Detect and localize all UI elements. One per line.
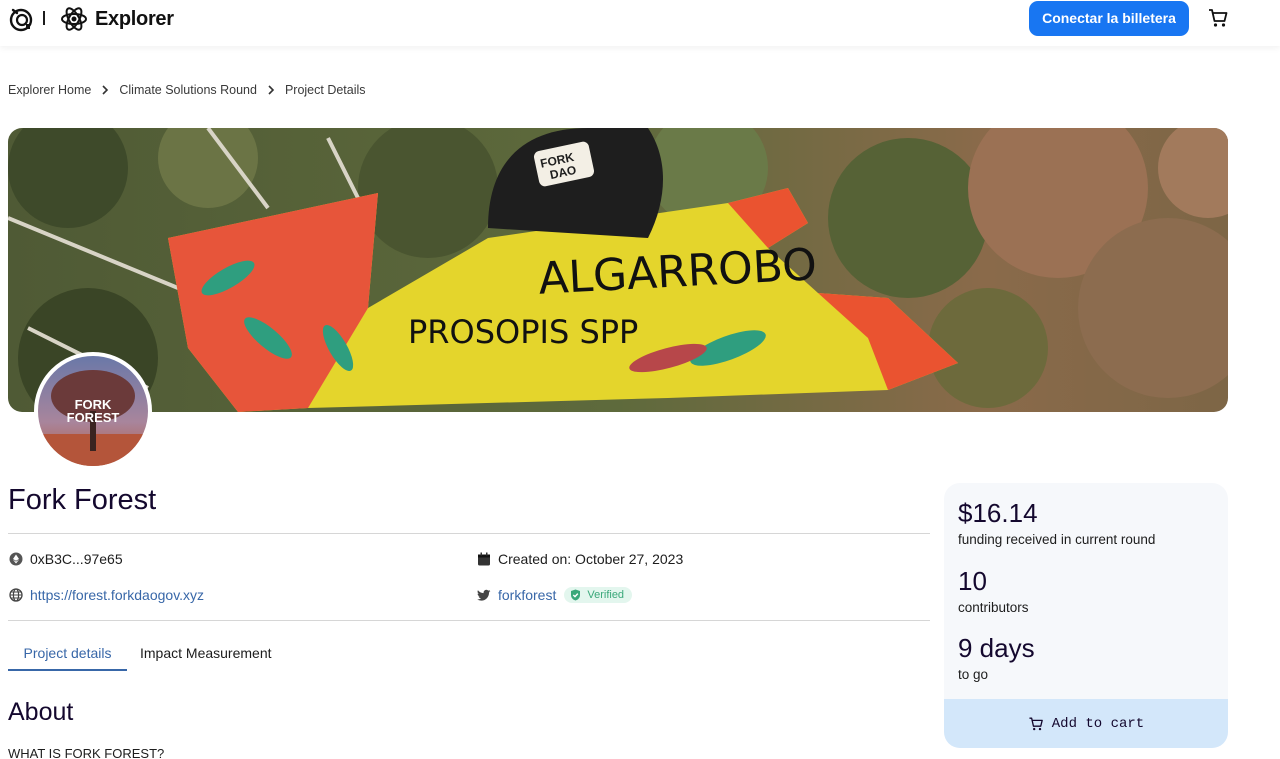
project-avatar: FORK FOREST bbox=[34, 352, 152, 470]
project-website[interactable]: https://forest.forkdaogov.xyz bbox=[9, 587, 204, 603]
brand-title[interactable]: Explorer bbox=[95, 8, 174, 31]
gitcoin-logo-icon[interactable] bbox=[8, 6, 34, 32]
divider bbox=[8, 533, 930, 534]
created-on-text: Created on: October 27, 2023 bbox=[498, 551, 684, 567]
add-to-cart-label: Add to cart bbox=[1051, 715, 1145, 732]
project-banner-image: FORK DAO ALGARROBO PROSOPIS SPP bbox=[8, 128, 1228, 412]
days-remaining: 9 days bbox=[958, 633, 1035, 663]
globe-icon bbox=[9, 588, 23, 602]
explorer-atom-icon[interactable] bbox=[59, 4, 89, 34]
top-navbar: Explorer Conectar la billetera bbox=[0, 0, 1280, 46]
project-created-date: Created on: October 27, 2023 bbox=[477, 551, 683, 567]
connect-wallet-button[interactable]: Conectar la billetera bbox=[1029, 1, 1189, 36]
breadcrumb-round[interactable]: Climate Solutions Round bbox=[119, 83, 257, 97]
chevron-right-icon bbox=[268, 85, 275, 95]
twitter-handle-link[interactable]: forkforest bbox=[498, 587, 556, 603]
project-address: 0xB3C...97e65 bbox=[9, 551, 123, 567]
contributors-label: contributors bbox=[958, 600, 1029, 615]
days-remaining-label: to go bbox=[958, 667, 989, 682]
project-title: Fork Forest bbox=[8, 484, 157, 516]
verified-label: Verified bbox=[587, 589, 625, 601]
breadcrumb-explorer-home[interactable]: Explorer Home bbox=[8, 83, 91, 97]
breadcrumb-project-details[interactable]: Project Details bbox=[285, 83, 366, 97]
funding-card: $16.14 funding received in current round… bbox=[944, 483, 1228, 748]
tab-impact-measurement[interactable]: Impact Measurement bbox=[140, 645, 272, 661]
sign-text-prosopis: PROSOPIS SPP bbox=[408, 313, 638, 351]
project-twitter: forkforest Verified bbox=[477, 587, 633, 603]
twitter-icon bbox=[477, 589, 491, 601]
divider bbox=[8, 620, 930, 621]
breadcrumb: Explorer Home Climate Solutions Round Pr… bbox=[8, 83, 366, 97]
cart-icon[interactable] bbox=[1207, 7, 1229, 29]
cart-icon bbox=[1029, 717, 1043, 730]
shield-check-icon bbox=[571, 589, 581, 601]
chevron-right-icon bbox=[102, 85, 109, 95]
logo-divider bbox=[43, 11, 45, 25]
about-heading: About bbox=[8, 698, 74, 726]
funding-amount-label: funding received in current round bbox=[958, 532, 1156, 547]
tab-project-details[interactable]: Project details bbox=[8, 645, 127, 671]
add-to-cart-button[interactable]: Add to cart bbox=[944, 699, 1228, 748]
about-text: WHAT IS FORK FOREST? bbox=[8, 746, 165, 759]
wallet-address: 0xB3C...97e65 bbox=[30, 551, 123, 567]
verified-badge: Verified bbox=[564, 587, 633, 603]
calendar-icon bbox=[478, 552, 490, 566]
funding-amount: $16.14 bbox=[958, 498, 1038, 528]
avatar-logo-line-2: FOREST bbox=[67, 410, 120, 425]
website-link[interactable]: https://forest.forkdaogov.xyz bbox=[30, 587, 204, 603]
contributors-count: 10 bbox=[958, 566, 987, 596]
ethereum-icon bbox=[9, 552, 23, 566]
